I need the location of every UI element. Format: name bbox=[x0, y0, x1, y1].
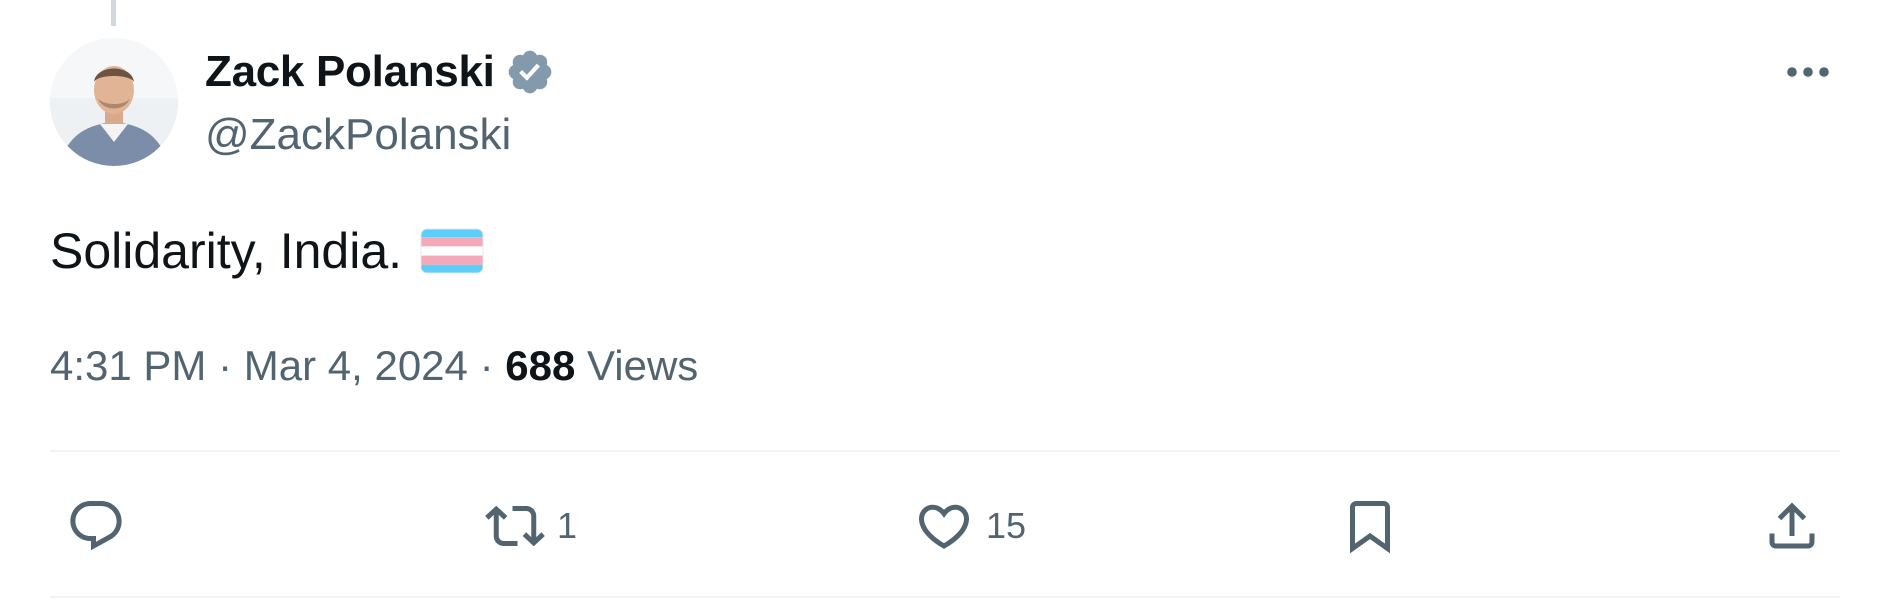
tweet-text: Solidarity, India. bbox=[50, 222, 484, 280]
avatar-photo bbox=[50, 38, 178, 166]
reply-button[interactable] bbox=[66, 490, 126, 562]
heart-icon bbox=[918, 504, 970, 549]
bookmark-button[interactable] bbox=[1340, 490, 1400, 562]
transgender-flag-icon bbox=[420, 228, 484, 274]
share-button[interactable] bbox=[1762, 490, 1822, 562]
meta-separator: · bbox=[218, 342, 233, 389]
more-dots-icon bbox=[1787, 67, 1829, 77]
like-count: 15 bbox=[986, 505, 1027, 546]
tweet-meta: 4:31 PM · Mar 4, 2024 · 688 Views bbox=[50, 342, 698, 390]
author-name-row[interactable]: Zack Polanski bbox=[205, 46, 555, 98]
tweet-date[interactable]: Mar 4, 2024 bbox=[244, 342, 468, 390]
avatar[interactable] bbox=[50, 38, 178, 166]
meta-separator: · bbox=[479, 342, 494, 389]
retweet-button[interactable]: 1 bbox=[485, 490, 577, 562]
verified-badge-icon[interactable] bbox=[505, 47, 555, 97]
views-label[interactable]: Views bbox=[587, 342, 698, 390]
views-count[interactable]: 688 bbox=[505, 342, 575, 390]
author-display-name[interactable]: Zack Polanski bbox=[205, 47, 495, 97]
more-options-button[interactable] bbox=[1780, 52, 1836, 92]
divider bbox=[50, 596, 1840, 598]
like-button[interactable]: 15 bbox=[914, 490, 1026, 562]
tweet-text-content: Solidarity, India. bbox=[50, 223, 403, 279]
reply-icon bbox=[70, 501, 122, 551]
retweet-icon bbox=[485, 505, 545, 547]
retweet-count: 1 bbox=[557, 505, 578, 546]
divider bbox=[50, 450, 1840, 452]
tweet: Zack Polanski @ZackPolanski Solidarity, … bbox=[0, 0, 1888, 600]
bookmark-icon bbox=[1350, 501, 1390, 554]
tweet-time[interactable]: 4:31 PM bbox=[50, 342, 206, 390]
author-handle[interactable]: @ZackPolanski bbox=[205, 110, 511, 160]
share-icon bbox=[1769, 502, 1815, 549]
thread-connector-line bbox=[111, 0, 116, 26]
